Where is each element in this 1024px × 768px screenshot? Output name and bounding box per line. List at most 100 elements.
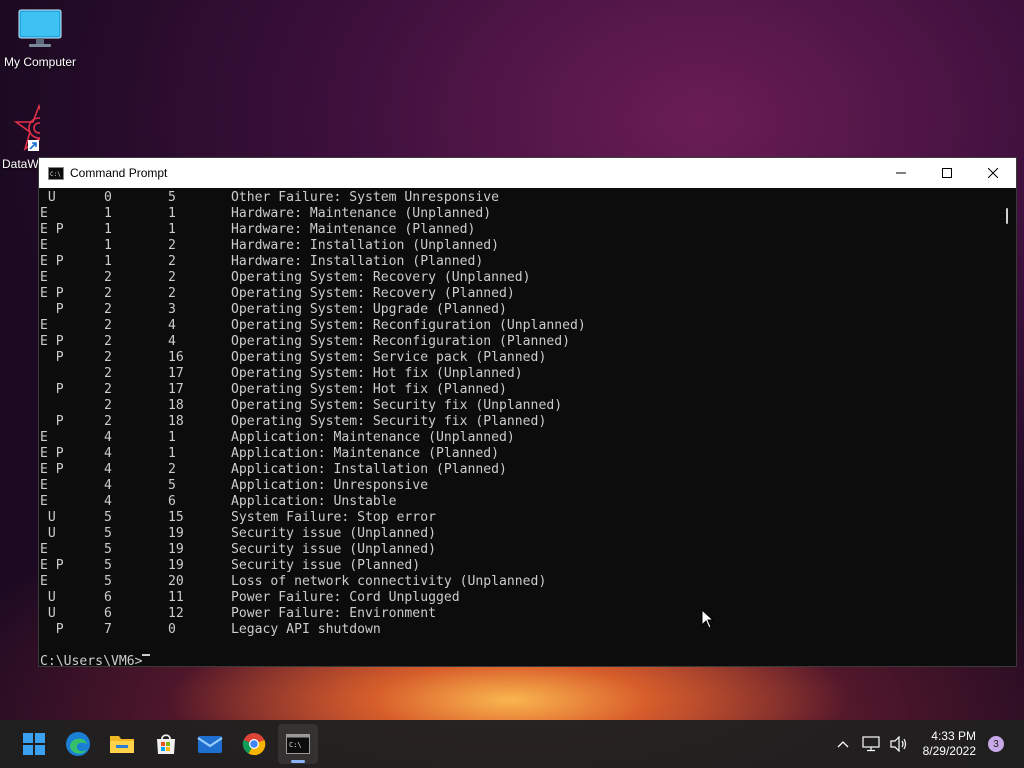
console-major-code: 2 <box>104 366 112 381</box>
console-line: E P 1 2 Hardware: Installation (Planned) <box>40 254 1000 270</box>
console-flags: P <box>40 302 64 317</box>
scrollbar-thumb[interactable] <box>1006 208 1008 224</box>
console-description: Security issue (Planned) <box>231 558 421 573</box>
console-line: E 4 6 Application: Unstable <box>40 494 1000 510</box>
console-flags <box>40 366 104 382</box>
console-flags: U <box>40 590 56 605</box>
network-icon <box>862 736 880 752</box>
volume-button[interactable] <box>887 732 911 756</box>
console-major-code: 2 <box>104 382 112 397</box>
console-line: 2 18 Operating System: Security fix (Unpla… <box>40 398 1000 414</box>
console-major-code: 0 <box>104 190 112 205</box>
console-minor-code: 6 <box>168 494 176 509</box>
console-line: E P 2 4 Operating System: Reconfiguration (… <box>40 334 1000 350</box>
text-cursor <box>142 654 151 656</box>
console-minor-code: 1 <box>168 430 176 445</box>
console-description: Operating System: Security fix (Unplanne… <box>231 398 563 413</box>
console-flags: E <box>40 206 48 221</box>
speaker-icon <box>890 736 906 752</box>
console-major-code: 1 <box>104 222 112 237</box>
console-minor-code: 2 <box>168 286 176 301</box>
taskbar: C:\ 4:33 PM 8/29/2022 3 <box>0 720 1024 768</box>
console-major-code: 2 <box>104 398 112 413</box>
desktop-icon-dataw[interactable]: DataW <box>0 104 40 171</box>
taskbar-command-prompt-button[interactable]: C:\ <box>278 724 318 764</box>
taskbar-store-button[interactable] <box>146 724 186 764</box>
console-line: E P 4 1 Application: Maintenance (Planned) <box>40 446 1000 462</box>
console-major-code: 1 <box>104 254 112 269</box>
console-flags: E <box>40 318 48 333</box>
close-button[interactable] <box>970 158 1016 188</box>
show-hidden-icons-button[interactable] <box>831 732 855 756</box>
notification-badge[interactable]: 3 <box>988 736 1004 752</box>
console-description: Operating System: Recovery (Unplanned) <box>231 270 531 285</box>
mail-icon <box>197 736 223 753</box>
minimize-button[interactable] <box>878 158 924 188</box>
prompt-line[interactable]: C:\Users\VM6> <box>40 654 1000 666</box>
console-major-code: 5 <box>104 558 112 573</box>
taskbar-chrome-button[interactable] <box>234 724 274 764</box>
console-major-code: 6 <box>104 590 112 605</box>
console-line: E P 5 19 Security issue (Planned) <box>40 558 1000 574</box>
console-flags: E <box>40 478 48 493</box>
console-minor-code: 15 <box>168 510 184 525</box>
console-major-code: 1 <box>104 238 112 253</box>
console-output[interactable]: U 0 5 Other Failure: System Unresponsive E 1 1… <box>39 188 1000 666</box>
console-description: Application: Maintenance (Planned) <box>231 446 500 461</box>
console-line: 2 17 Operating System: Hot fix (Unplanned) <box>40 366 1000 382</box>
console-minor-code: 18 <box>168 398 184 413</box>
console-minor-code: 1 <box>168 222 176 237</box>
console-flags: E P <box>40 254 64 269</box>
console-description: Operating System: Reconfiguration (Unpla… <box>231 318 586 333</box>
console-description: Security issue (Unplanned) <box>231 542 436 557</box>
start-button[interactable] <box>14 724 54 764</box>
mouse-pointer-icon <box>701 609 715 629</box>
console-line: P 2 18 Operating System: Security fix (Plan… <box>40 414 1000 430</box>
windows-logo-icon <box>23 733 45 755</box>
maximize-button[interactable] <box>924 158 970 188</box>
edge-icon <box>66 732 90 756</box>
command-prompt-window[interactable]: C:\ Command Prompt U 0 5 Other Failure: Sys… <box>38 157 1017 667</box>
console-major-code: 7 <box>104 622 112 637</box>
console-line: P 2 16 Operating System: Service pack (Plan… <box>40 350 1000 366</box>
console-description: System Failure: Stop error <box>231 510 436 525</box>
console-major-code: 5 <box>104 526 112 541</box>
taskbar-edge-button[interactable] <box>58 724 98 764</box>
console-line: P 2 17 Operating System: Hot fix (Planned) <box>40 382 1000 398</box>
console-flags: E <box>40 494 48 509</box>
network-button[interactable] <box>859 732 883 756</box>
console-minor-code: 19 <box>168 558 184 573</box>
console-description: Power Failure: Cord Unplugged <box>231 590 460 605</box>
console-description: Application: Unstable <box>231 494 397 509</box>
console-minor-code: 5 <box>168 478 176 493</box>
console-flags: E <box>40 238 48 253</box>
console-description: Application: Unresponsive <box>231 478 429 493</box>
console-minor-code: 2 <box>168 270 176 285</box>
console-line: E 2 4 Operating System: Reconfiguration (Un… <box>40 318 1000 334</box>
console-flags: P <box>40 622 64 637</box>
taskbar-mail-button[interactable] <box>190 724 230 764</box>
console-major-code: 4 <box>104 462 112 477</box>
console-flags: P <box>40 414 64 429</box>
console-major-code: 2 <box>104 302 112 317</box>
console-description: Loss of network connectivity (Unplanned) <box>231 574 547 589</box>
console-description: Operating System: Hot fix (Unplanned) <box>231 366 523 381</box>
console-major-code: 5 <box>104 510 112 525</box>
console-flags: E P <box>40 286 64 301</box>
console-flags: E P <box>40 558 64 573</box>
console-flags: E <box>40 574 48 589</box>
console-line: U 6 11 Power Failure: Cord Unplugged <box>40 590 1000 606</box>
chrome-icon <box>242 733 266 756</box>
desktop-icon-label: My Computer <box>3 55 77 69</box>
console-major-code: 2 <box>104 350 112 365</box>
console-flags: U <box>40 510 56 525</box>
title-bar[interactable]: C:\ Command Prompt <box>39 158 1016 188</box>
taskbar-file-explorer-button[interactable] <box>102 724 142 764</box>
console-line: U 0 5 Other Failure: System Unresponsive <box>40 190 1000 206</box>
vertical-scrollbar[interactable] <box>1000 188 1016 666</box>
command-prompt-icon: C:\ <box>48 166 64 180</box>
command-prompt-icon: C:\ <box>286 734 310 754</box>
clock[interactable]: 4:33 PM 8/29/2022 <box>923 729 976 759</box>
console-minor-code: 1 <box>168 206 176 221</box>
desktop-icon-my-computer[interactable]: My Computer <box>0 8 80 69</box>
